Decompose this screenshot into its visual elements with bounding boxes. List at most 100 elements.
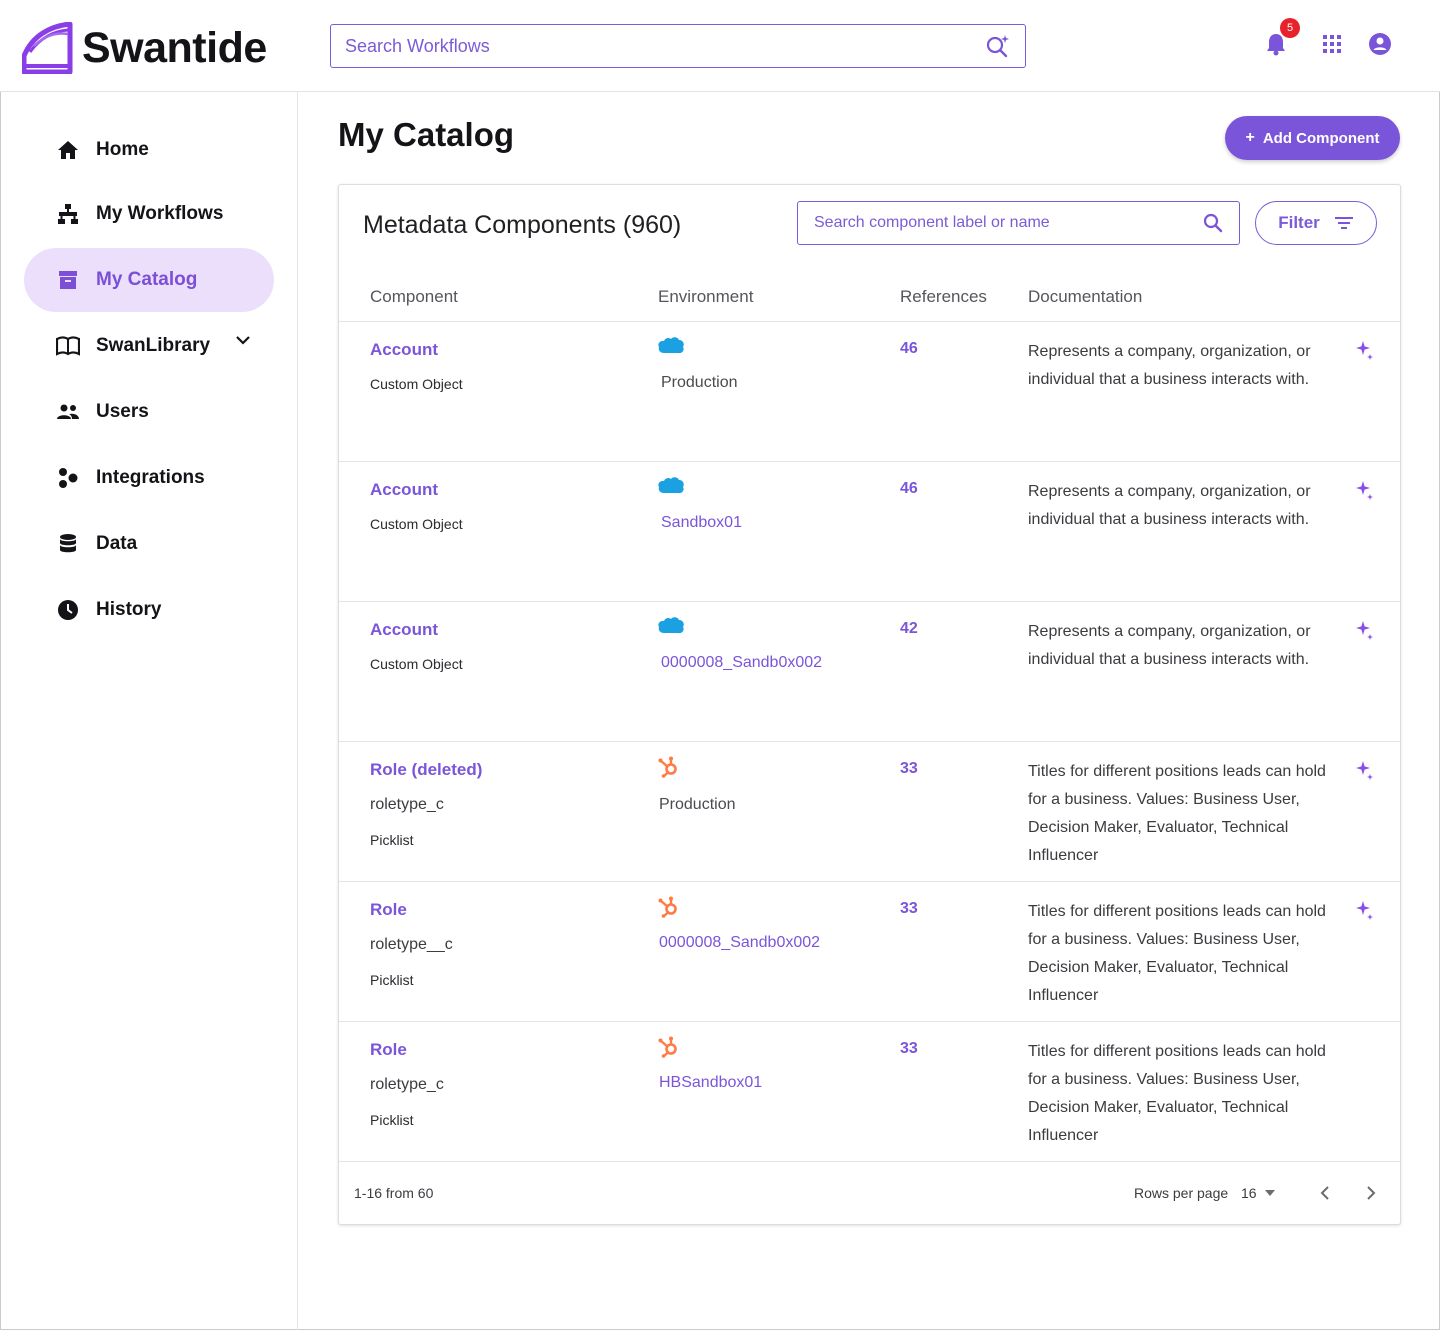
ai-sparkle-icon[interactable] (1356, 900, 1374, 927)
component-api-name: roletype_c (370, 1076, 444, 1093)
column-header-documentation[interactable]: Documentation (1028, 287, 1142, 307)
references-count-link[interactable]: 33 (900, 900, 918, 918)
workflow-icon (56, 202, 80, 226)
previous-page-button[interactable] (1312, 1181, 1336, 1205)
sidebar-item-label: Home (96, 139, 149, 160)
sidebar-item-label: Data (96, 533, 138, 554)
users-icon (56, 400, 80, 424)
documentation-text: Represents a company, organization, or i… (1028, 343, 1311, 388)
references-count-link[interactable]: 46 (900, 480, 918, 498)
component-name-link[interactable]: Account (370, 480, 438, 500)
add-component-label: Add Component (1262, 129, 1380, 147)
documentation-text: Titles for different positions leads can… (1028, 763, 1326, 864)
salesforce-cloud-icon (657, 476, 685, 499)
sidebar-item-label: Integrations (96, 467, 205, 488)
component-name-link[interactable]: Role (370, 900, 407, 920)
apps-button[interactable] (1320, 32, 1344, 56)
documentation-text: Represents a company, organization, or i… (1028, 623, 1311, 668)
salesforce-cloud-icon (657, 336, 685, 359)
book-icon (56, 334, 80, 358)
references-count-link[interactable]: 33 (900, 1040, 918, 1058)
sidebar-item-my-workflows[interactable]: My Workflows (24, 182, 274, 246)
app-logo[interactable]: Swantide (22, 22, 267, 74)
ai-search-icon (986, 35, 1009, 58)
ai-sparkle-icon[interactable] (1356, 480, 1374, 507)
table-row[interactable]: Account Custom Object Production 46 Represen… (339, 322, 1400, 462)
environment-name[interactable]: 0000008_Sandb0x002 (659, 934, 820, 952)
rows-per-page-select[interactable]: 16 (1241, 1185, 1275, 1201)
table-row[interactable]: Role (deleted) roletype_c Picklist Producti… (339, 742, 1400, 882)
sidebar-item-my-catalog[interactable]: My Catalog (24, 248, 274, 312)
component-search-placeholder: Search component label or name (814, 214, 1050, 231)
component-type: Custom Object (370, 516, 463, 532)
ai-sparkle-icon[interactable] (1356, 620, 1374, 647)
page-title: My Catalog (338, 116, 515, 153)
pagination-range: 1-16 from 60 (354, 1185, 434, 1201)
table-row[interactable]: Account Custom Object 0000008_Sandb0x002 42… (339, 602, 1400, 742)
column-header-environment[interactable]: Environment (658, 287, 753, 307)
environment-name[interactable]: Sandbox01 (661, 514, 742, 532)
filter-button[interactable]: Filter (1255, 201, 1377, 245)
documentation-text: Titles for different positions leads can… (1028, 903, 1326, 1004)
workflow-search-placeholder: Search Workflows (345, 35, 490, 56)
hubspot-icon (657, 1036, 679, 1063)
database-icon (56, 532, 80, 556)
column-header-component[interactable]: Component (370, 287, 458, 307)
sidebar-item-users[interactable]: Users (24, 380, 274, 444)
clock-icon (56, 598, 80, 622)
component-api-name: roletype__c (370, 936, 453, 953)
integrations-icon (56, 466, 80, 490)
table-row[interactable]: Role roletype__c Picklist 0000008_Sandb0x00… (339, 882, 1400, 1022)
sidebar-item-label: Users (96, 401, 149, 422)
sidebar-item-swanlibrary[interactable]: SwanLibrary (24, 314, 274, 378)
sidebar-item-label: My Workflows (96, 203, 224, 224)
environment-name: Production (659, 796, 736, 813)
component-type: Custom Object (370, 376, 463, 392)
component-name-link[interactable]: Account (370, 340, 438, 360)
environment-name[interactable]: 0000008_Sandb0x002 (661, 654, 822, 672)
table-row[interactable]: Role roletype_c Picklist HBSandbox01 33 Title… (339, 1022, 1400, 1162)
sidebar-item-data[interactable]: Data (24, 512, 274, 576)
apps-grid-icon (1323, 35, 1341, 53)
sidebar-item-label: SwanLibrary (96, 335, 211, 356)
rows-per-page-label: Rows per page (1134, 1185, 1229, 1201)
user-avatar-icon (1369, 33, 1391, 55)
caret-down-icon (1264, 1190, 1275, 1196)
rows-per-page-value: 16 (1241, 1185, 1257, 1201)
chevron-down-icon[interactable] (236, 336, 250, 345)
ai-sparkle-icon[interactable] (1356, 340, 1374, 367)
component-name-link[interactable]: Role (deleted) (370, 760, 482, 780)
ai-sparkle-icon[interactable] (1356, 760, 1374, 787)
account-button[interactable] (1368, 32, 1392, 56)
component-search-input[interactable]: Search component label or name (797, 201, 1240, 245)
workflow-search-input[interactable]: Search Workflows (330, 24, 1026, 68)
notifications-button[interactable]: 5 (1264, 18, 1300, 56)
component-name-link[interactable]: Role (370, 1040, 407, 1060)
table-row[interactable]: Account Custom Object Sandbox01 46 Represent… (339, 462, 1400, 602)
environment-name[interactable]: HBSandbox01 (659, 1074, 762, 1092)
sidebar: Home My Workflows My Catalog SwanLibrary… (0, 92, 298, 1330)
column-header-references[interactable]: References (900, 287, 987, 307)
next-page-button[interactable] (1359, 1181, 1383, 1205)
sidebar-item-home[interactable]: Home (24, 118, 274, 182)
add-component-button[interactable]: + Add Component (1225, 116, 1400, 160)
notification-count-badge: 5 (1280, 18, 1300, 38)
filter-lines-icon (1334, 217, 1353, 229)
references-count-link[interactable]: 46 (900, 340, 918, 358)
sidebar-item-history[interactable]: History (24, 578, 274, 642)
sidebar-item-integrations[interactable]: Integrations (24, 446, 274, 510)
component-name-link[interactable]: Account (370, 620, 438, 640)
home-icon (56, 138, 80, 162)
component-type: Picklist (370, 832, 414, 848)
references-count-link[interactable]: 42 (900, 620, 918, 638)
references-count-link[interactable]: 33 (900, 760, 918, 778)
component-type: Picklist (370, 1112, 414, 1128)
documentation-text: Represents a company, organization, or i… (1028, 483, 1311, 528)
metadata-components-card: Metadata Components (960) Search compone… (338, 184, 1401, 1225)
app-name: Swantide (82, 24, 267, 72)
plus-icon: + (1245, 129, 1255, 146)
top-header: Swantide Search Workflows 5 (0, 0, 1440, 92)
search-icon (1203, 213, 1223, 233)
environment-name: Production (661, 374, 738, 391)
filter-label: Filter (1278, 213, 1320, 232)
